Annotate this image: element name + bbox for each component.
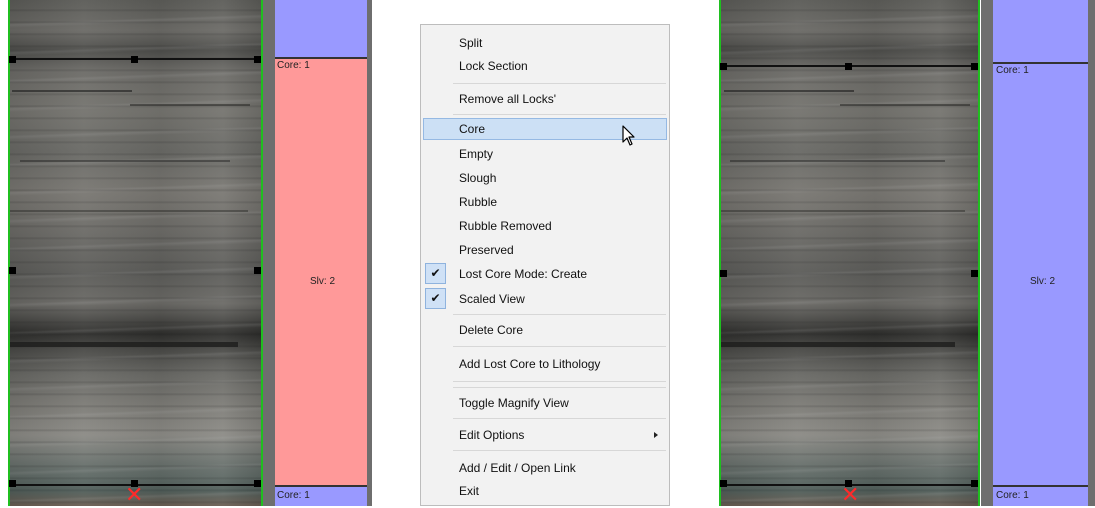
panel-separator bbox=[263, 0, 275, 506]
menu-item-exit[interactable]: Exit bbox=[423, 480, 667, 502]
menu-item-slough[interactable]: Slough bbox=[423, 167, 667, 189]
resize-handle[interactable] bbox=[9, 267, 16, 274]
menu-separator bbox=[453, 314, 666, 315]
menu-item-lock-section[interactable]: Lock Section bbox=[423, 55, 667, 77]
core-crack bbox=[840, 104, 970, 106]
track-label-core-bottom: Core: 1 bbox=[277, 490, 310, 501]
core-crack bbox=[20, 160, 230, 162]
context-menu: Split Lock Section Remove all Locks' Cor… bbox=[420, 24, 670, 506]
track-right-edge bbox=[367, 0, 372, 506]
resize-handle[interactable] bbox=[254, 56, 261, 63]
track-label-sleeve: Slv: 2 bbox=[1030, 276, 1056, 287]
resize-handle[interactable] bbox=[971, 480, 978, 487]
menu-item-lost-core-mode[interactable]: ✔ Lost Core Mode: Create bbox=[423, 263, 667, 285]
selection-right-edge bbox=[978, 0, 980, 506]
x-marker-icon[interactable]: ✕ bbox=[125, 485, 143, 507]
core-crack bbox=[720, 342, 955, 347]
resize-handle[interactable] bbox=[971, 63, 978, 70]
menu-separator bbox=[453, 450, 666, 451]
core-crack bbox=[12, 90, 132, 92]
resize-handle[interactable] bbox=[720, 480, 727, 487]
menu-separator bbox=[453, 418, 666, 419]
selection-left-edge bbox=[8, 0, 10, 506]
menu-separator bbox=[453, 346, 666, 347]
menu-separator bbox=[453, 114, 666, 115]
track-right-edge bbox=[1088, 0, 1095, 506]
menu-item-toggle-magnify[interactable]: Toggle Magnify View bbox=[423, 392, 667, 414]
selection-left-edge bbox=[719, 0, 721, 506]
resize-handle[interactable] bbox=[845, 63, 852, 70]
resize-handle[interactable] bbox=[720, 63, 727, 70]
track-core-top-block[interactable] bbox=[993, 0, 1088, 62]
menu-item-scaled-view[interactable]: ✔ Scaled View bbox=[423, 288, 667, 310]
resize-handle[interactable] bbox=[720, 270, 727, 277]
core-crack bbox=[724, 90, 854, 92]
track-core-top-block[interactable] bbox=[275, 0, 367, 57]
menu-item-edit-options[interactable]: Edit Options bbox=[423, 424, 667, 446]
core-crack bbox=[8, 210, 248, 212]
menu-item-add-lost-core[interactable]: Add Lost Core to Lithology bbox=[423, 353, 667, 375]
panel-separator bbox=[981, 0, 993, 506]
core-crack bbox=[130, 104, 250, 106]
track-core-middle-block[interactable] bbox=[993, 62, 1088, 487]
resize-handle[interactable] bbox=[254, 267, 261, 274]
menu-item-rubble-removed[interactable]: Rubble Removed bbox=[423, 215, 667, 237]
core-crack bbox=[720, 210, 965, 212]
menu-item-preserved[interactable]: Preserved bbox=[423, 239, 667, 261]
menu-separator bbox=[453, 83, 666, 84]
checkmark-icon: ✔ bbox=[425, 288, 446, 309]
menu-separator bbox=[453, 387, 666, 388]
resize-handle[interactable] bbox=[971, 270, 978, 277]
menu-item-remove-all-locks[interactable]: Remove all Locks' bbox=[423, 88, 667, 110]
resize-handle[interactable] bbox=[131, 56, 138, 63]
checkmark-icon: ✔ bbox=[425, 263, 446, 284]
resize-handle[interactable] bbox=[9, 56, 16, 63]
menu-item-delete-core[interactable]: Delete Core bbox=[423, 319, 667, 341]
x-marker-icon[interactable]: ✕ bbox=[841, 485, 859, 507]
menu-item-rubble[interactable]: Rubble bbox=[423, 191, 667, 213]
chevron-right-icon bbox=[654, 432, 658, 438]
resize-handle[interactable] bbox=[9, 480, 16, 487]
menu-separator bbox=[453, 381, 666, 382]
track-label-core-top: Core: 1 bbox=[996, 65, 1029, 76]
track-label-sleeve: Slv: 2 bbox=[310, 276, 336, 287]
resize-handle[interactable] bbox=[254, 480, 261, 487]
menu-item-split[interactable]: Split bbox=[423, 32, 667, 54]
track-label-core-bottom: Core: 1 bbox=[996, 490, 1029, 501]
core-photo-left bbox=[8, 0, 261, 506]
track-label-core-top: Core: 1 bbox=[277, 60, 310, 71]
core-photo-right bbox=[719, 0, 979, 506]
core-crack bbox=[8, 342, 238, 347]
cursor-arrow-icon bbox=[622, 125, 635, 146]
track-sleeve-block[interactable] bbox=[275, 57, 367, 487]
core-crack bbox=[730, 160, 945, 162]
menu-item-add-edit-open-link[interactable]: Add / Edit / Open Link bbox=[423, 457, 667, 479]
